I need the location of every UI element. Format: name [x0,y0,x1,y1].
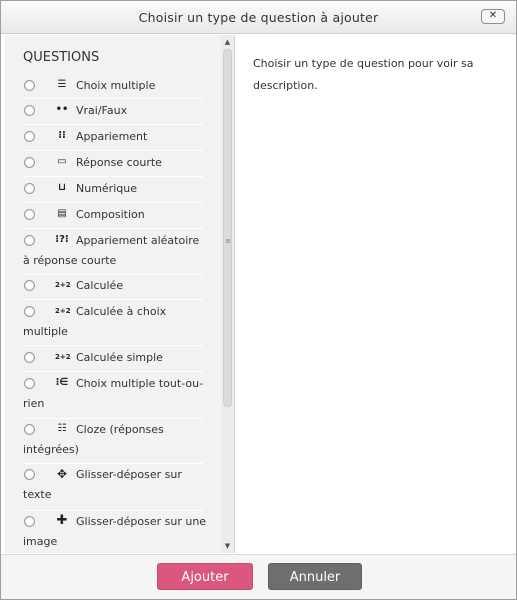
drag-text-icon: ✥ [56,467,68,481]
question-option-label: Calculée [76,279,124,292]
add-button[interactable]: Ajouter [157,563,253,590]
question-option-glisser-deposer-texte[interactable]: ✥ Glisser-déposer sur texte [23,464,203,511]
calculatedsimple-icon: 2+2 [55,353,71,361]
radio-button[interactable] [24,280,35,291]
dialog-body: QUESTIONS ☰ Choix multiple •• Vrai/Faux … [5,35,514,553]
radio-button[interactable] [24,235,35,246]
scrollbar-thumb[interactable]: ≡ [223,49,232,407]
dialog-titlebar: Choisir un type de question à ajouter ✕ [1,1,516,34]
question-option-label: Appariement [76,130,148,143]
question-option-label: Numérique [76,182,137,195]
question-option-glisser-deposer-image[interactable]: ✚ Glisser-déposer sur une image [23,511,207,553]
question-option-vrai-faux[interactable]: •• Vrai/Faux [23,100,203,125]
section-title-questions: QUESTIONS [23,50,100,65]
radio-button[interactable] [24,105,35,116]
question-option-label-cont: multiple [23,325,68,338]
description-panel: Choisir un type de question pour voir sa… [237,35,514,553]
question-option-appariement[interactable]: ⁝⁝ Appariement [23,126,203,151]
question-option-choix-multiple-tout-ou-rien[interactable]: ⁝∈ Choix multiple tout-ou- rien [23,373,203,419]
radio-button[interactable] [24,469,35,480]
multichoiceset-icon: ⁝∈ [55,377,69,388]
radio-button[interactable] [24,209,35,220]
question-option-label-cont: à réponse courte [23,254,117,267]
question-type-list-panel: QUESTIONS ☰ Choix multiple •• Vrai/Faux … [5,35,235,553]
radio-button[interactable] [24,306,35,317]
question-option-label: Glisser-déposer sur une [76,515,207,528]
essay-icon: ▤ [57,208,67,219]
close-button[interactable]: ✕ [481,9,505,24]
question-option-label: Choix multiple [76,79,156,92]
numerical-icon: ⊔ [58,182,66,193]
scroll-down-icon[interactable]: ▼ [221,540,234,552]
close-icon: ✕ [488,10,498,21]
truefalse-icon: •• [55,104,69,115]
radio-button[interactable] [24,131,35,142]
cancel-button[interactable]: Annuler [268,563,362,590]
question-option-calculee[interactable]: 2+2 Calculée [23,275,203,300]
radio-button[interactable] [24,80,35,91]
question-option-label-cont: rien [23,397,45,410]
scroll-up-icon[interactable]: ▲ [221,36,234,48]
question-option-label: Réponse courte [76,156,162,169]
radio-button[interactable] [24,352,35,363]
multianswer-icon: ☷ [57,423,67,434]
question-option-label-cont: intégrées) [23,443,79,456]
question-option-calculee-choix-multiple[interactable]: 2+2 Calculée à choix multiple [23,301,203,346]
list-scrollbar[interactable]: ▲ ≡ ▼ [221,35,234,553]
question-option-appariement-aleatoire[interactable]: ⁝?⁝ Appariement aléatoire à réponse cour… [23,230,203,275]
radio-button[interactable] [24,378,35,389]
question-option-label: Calculée simple [76,351,163,364]
question-option-label: Composition [76,208,145,221]
question-option-label: Calculée à choix [76,305,167,318]
question-option-label: Appariement aléatoire [76,234,200,247]
question-description: Choisir un type de question pour voir sa… [253,57,474,92]
question-option-reponse-courte[interactable]: ▭ Réponse courte [23,152,203,177]
question-option-numerique[interactable]: ⊔ Numérique [23,178,203,203]
multichoice-icon: ☰ [57,79,67,90]
radio-button[interactable] [24,424,35,435]
match-icon: ⁝⁝ [58,130,66,141]
question-option-label: Cloze (réponses [76,423,164,436]
question-chooser-dialog: Choisir un type de question à ajouter ✕ … [0,0,517,600]
question-option-label: Glisser-déposer sur [76,468,182,481]
dialog-footer: Ajouter Annuler [1,554,516,599]
question-option-choix-multiple[interactable]: ☰ Choix multiple [23,75,203,99]
radio-button[interactable] [24,183,35,194]
question-option-cloze[interactable]: ☷ Cloze (réponses intégrées) [23,419,203,464]
question-option-label-cont: texte [23,488,52,501]
question-option-calculee-simple[interactable]: 2+2 Calculée simple [23,347,203,372]
question-option-label: Vrai/Faux [76,104,128,117]
question-option-label: Choix multiple tout-ou- [76,377,204,390]
dialog-title: Choisir un type de question à ajouter [138,10,379,25]
question-option-composition[interactable]: ▤ Composition [23,204,203,229]
calculated-icon: 2+2 [55,281,71,289]
radio-button[interactable] [24,516,35,527]
question-option-label-cont: image [23,535,58,548]
grip-icon: ≡ [225,237,231,245]
drag-image-icon: ✚ [56,513,68,528]
shortanswer-icon: ▭ [57,156,67,167]
radio-button[interactable] [24,157,35,168]
randomsamatch-icon: ⁝?⁝ [55,234,69,245]
calculatedmulti-icon: 2+2 [55,307,71,315]
